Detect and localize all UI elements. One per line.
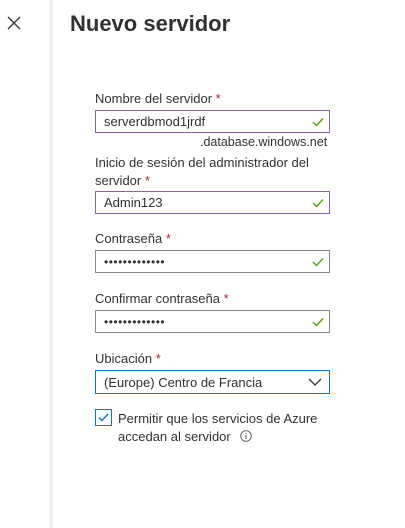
confirm-password-input[interactable]: ••••••••••••• (95, 310, 330, 333)
allow-azure-label[interactable]: Permitir que los servicios de Azure acce… (118, 410, 338, 446)
admin-login-label: Inicio de sesión del administrador del s… (95, 155, 309, 188)
confirm-password-value: ••••••••••••• (104, 314, 166, 329)
valid-check-icon (311, 255, 325, 269)
info-icon[interactable] (240, 430, 253, 442)
chevron-down-icon (307, 374, 323, 390)
admin-login-input[interactable]: Admin123 (95, 191, 330, 214)
valid-check-icon (311, 315, 325, 329)
close-icon (7, 16, 21, 30)
required-marker: * (144, 173, 150, 188)
close-button[interactable] (4, 12, 24, 34)
location-selected-value: (Europe) Centro de Francia (104, 374, 263, 390)
valid-check-icon (311, 115, 325, 129)
server-name-input[interactable]: serverdbmod1jrdf (95, 110, 330, 133)
required-marker: * (223, 291, 229, 306)
password-value: ••••••••••••• (104, 254, 166, 269)
page-title: Nuevo servidor (70, 11, 231, 36)
confirm-password-label: Confirmar contraseña * (95, 291, 229, 306)
valid-check-icon (311, 196, 325, 210)
server-name-value: serverdbmod1jrdf (104, 114, 206, 129)
required-marker: * (215, 91, 221, 106)
location-label: Ubicación * (95, 351, 161, 366)
password-label: Contraseña * (95, 231, 171, 246)
checkmark-icon (98, 413, 109, 422)
location-select[interactable]: (Europe) Centro de Francia (95, 370, 330, 394)
allow-azure-checkbox[interactable] (95, 409, 112, 426)
required-marker: * (165, 231, 171, 246)
panel-divider (50, 0, 54, 528)
server-domain-suffix: .database.windows.net (200, 135, 328, 149)
password-input[interactable]: ••••••••••••• (95, 250, 330, 273)
admin-login-value: Admin123 (104, 195, 163, 210)
side-strip (0, 0, 50, 528)
server-name-label: Nombre del servidor * (95, 91, 221, 106)
required-marker: * (155, 351, 161, 366)
